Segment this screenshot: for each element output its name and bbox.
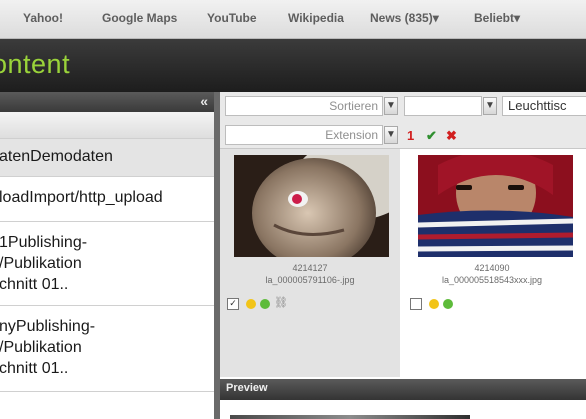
bookmark-yahoo[interactable]: Yahoo!	[23, 11, 63, 25]
asset-thumbnail[interactable]	[234, 155, 389, 257]
status-dot-icon	[246, 299, 256, 309]
link-icon[interactable]: ⛓	[274, 296, 288, 309]
asset-card[interactable]: 4214090 la_000005518543xxx.jpg	[402, 149, 582, 377]
folder-item[interactable]: loadImport/http_upload	[0, 177, 214, 222]
folder-item[interactable]: 1Publishing- /Publikation chnitt 01..	[0, 222, 214, 306]
folder-panel: « atenDemodaten loadImport/http_upload 1…	[0, 92, 215, 419]
bookmark-youtube[interactable]: YouTube	[207, 11, 257, 25]
asset-card[interactable]: 4214127 la_000005791106-.jpg ✓ ⛓	[220, 149, 400, 377]
preview-header: Preview	[220, 379, 586, 400]
preview-image	[230, 415, 470, 419]
view-select[interactable]: Leuchttisc	[502, 96, 586, 116]
folder-panel-header: «	[0, 92, 214, 112]
folder-panel-subheader	[0, 112, 214, 139]
folder-item-label: 1Publishing- /Publikation chnitt 01..	[0, 234, 88, 293]
asset-filename: la_000005791106-.jpg	[265, 275, 355, 285]
folder-item-label: nyPublishing- /Publikation chnitt 01..	[0, 318, 96, 377]
filter-count: 1	[407, 128, 415, 143]
chevron-down-icon[interactable]: ▼	[384, 97, 398, 115]
asset-id: 4214127	[292, 263, 328, 273]
folder-item-label: loadImport/http_upload	[0, 189, 163, 206]
extension-filter[interactable]: Extension	[225, 125, 383, 145]
preview-title: Preview	[226, 382, 268, 394]
sort-select[interactable]: Sortieren	[225, 96, 383, 116]
asset-filename: la_000005518543xxx.jpg	[441, 275, 543, 285]
folder-item[interactable]: atenDemodaten	[0, 139, 214, 177]
bookmark-news[interactable]: News (835)▾	[370, 11, 439, 25]
folder-item-label: atenDemodaten	[0, 148, 113, 165]
bookmark-google-maps[interactable]: Google Maps	[102, 11, 177, 25]
x-icon[interactable]: ✖	[446, 128, 457, 144]
double-chevron-left-icon[interactable]: «	[200, 93, 208, 109]
check-icon[interactable]: ✔	[426, 128, 437, 144]
bookmark-beliebt[interactable]: Beliebt▾	[474, 11, 520, 25]
app-title: ontent	[0, 49, 71, 79]
status-dot-icon	[443, 299, 453, 309]
bookmark-wikipedia[interactable]: Wikipedia	[288, 11, 344, 25]
asset-id: 4214090	[474, 263, 510, 273]
chevron-down-icon[interactable]: ▼	[483, 97, 497, 115]
status-dot-icon	[260, 299, 270, 309]
chevron-down-icon[interactable]: ▼	[384, 126, 398, 144]
preview-area	[220, 400, 586, 419]
bookmarks-bar: Yahoo! Google Maps YouTube Wikipedia New…	[0, 0, 586, 39]
thumbnail-grid: 4214127 la_000005791106-.jpg ✓ ⛓ 4214090…	[220, 149, 586, 379]
asset-toolbar: Sortieren ▼ ▼ Leuchttisc Extension ▼ 1 ✔…	[220, 92, 586, 149]
asset-thumbnail[interactable]	[418, 155, 573, 257]
asset-panel: Sortieren ▼ ▼ Leuchttisc Extension ▼ 1 ✔…	[220, 92, 586, 419]
folder-item[interactable]: nyPublishing- /Publikation chnitt 01..	[0, 306, 214, 392]
filter-select[interactable]	[404, 96, 482, 116]
app-header: ontent	[0, 39, 586, 92]
asset-checkbox[interactable]: ✓	[227, 298, 239, 310]
status-dot-icon	[429, 299, 439, 309]
asset-checkbox[interactable]	[410, 298, 422, 310]
